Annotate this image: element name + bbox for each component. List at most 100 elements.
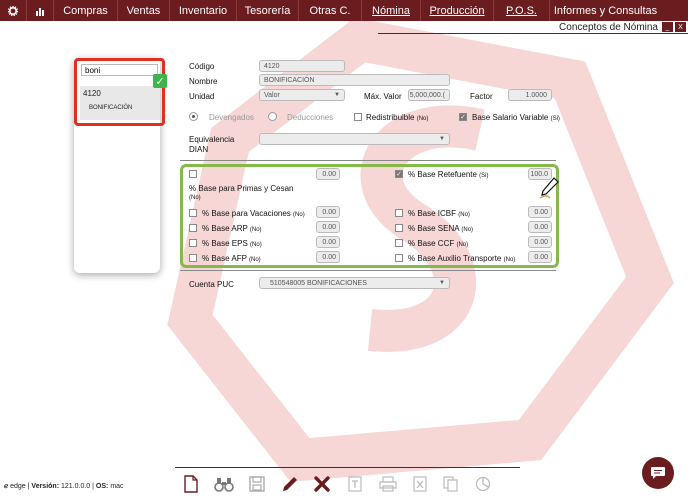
vacaciones-label: % Base para Vacaciones (No) [202,209,305,218]
window-header: Conceptos de Nómina _ X [378,21,688,34]
ccf-value[interactable]: 0.00 [528,236,552,248]
ccf-checkbox[interactable] [395,239,403,247]
pie-chart-icon [475,476,491,492]
text-button[interactable] [344,474,366,494]
sena-checkbox[interactable] [395,224,403,232]
afp-label: % Base AFP (No) [202,254,261,263]
eps-value[interactable]: 0.00 [316,236,340,248]
base-checkbox[interactable] [189,170,197,178]
cuenta-select[interactable]: 510548005 BONIFICACIONES ▼ [259,277,450,289]
nav-produccion[interactable]: Producción [421,0,494,21]
ccf-label: % Base CCF (No) [408,239,469,248]
icbf-checkbox[interactable] [395,209,403,217]
nav-pos[interactable]: P.O.S. [494,0,550,21]
factor-field[interactable]: 1.0000 [508,89,552,101]
redistribuible-label: Redistribuible (No) [366,113,429,122]
excel-button[interactable] [409,474,431,494]
nombre-label: Nombre [189,77,218,86]
version-label: Versión: [31,483,60,490]
redistribuible-checkbox[interactable] [354,113,362,121]
base-value[interactable]: 0.00 [316,168,340,180]
chart-button[interactable] [472,474,494,494]
chevron-down-icon: ▼ [334,92,340,98]
excel-icon [413,476,427,492]
print-button[interactable] [377,474,399,494]
top-nav: Compras Ventas Inventario Tesorería Otra… [0,0,688,21]
copy-icon [443,476,458,492]
arp-value[interactable]: 0.00 [316,221,340,233]
sena-value[interactable]: 0.00 [528,221,552,233]
printer-icon [379,476,397,492]
new-button[interactable] [180,474,202,494]
save-button[interactable] [246,474,268,494]
nav-compras[interactable]: Compras [54,0,118,21]
primas-label: % Base para Primas y Cesan [189,184,294,193]
search-input[interactable] [81,64,158,76]
dashboard-button[interactable] [27,0,54,21]
version-value: 121.0.0.0 [60,483,91,490]
arp-label: % Base ARP (No) [202,224,262,233]
divider [180,270,556,271]
salario-variable-label: Base Salario Variable (Si) [472,113,560,122]
auxilio-checkbox[interactable] [395,254,403,262]
gear-icon [8,5,18,16]
arp-checkbox[interactable] [189,224,197,232]
close-button[interactable]: X [675,22,686,32]
afp-value[interactable]: 0.00 [316,251,340,263]
chat-bubble-icon [651,467,665,479]
vacaciones-checkbox[interactable] [189,209,197,217]
maxvalor-label: Máx. Valor [364,92,402,101]
brand-name: edge [10,483,26,490]
salario-variable-checkbox[interactable]: ✓ [459,113,467,121]
chat-button[interactable] [642,457,674,489]
settings-button[interactable] [0,0,27,21]
nav-ventas[interactable]: Ventas [118,0,170,21]
devengados-radio[interactable] [189,112,198,121]
auxilio-value[interactable]: 0.00 [528,251,552,263]
os-value: mac [110,483,124,490]
sena-label: % Base SENA (No) [408,224,474,233]
search-highlight: 4120 BONIFICACIÓN [74,58,165,126]
unidad-label: Unidad [189,92,215,101]
list-item[interactable]: 4120 BONIFICACIÓN [80,86,160,120]
delete-button[interactable] [311,474,333,494]
minimize-button[interactable]: _ [662,22,673,32]
checkmark-icon: ✓ [153,74,167,88]
eps-checkbox[interactable] [189,239,197,247]
edit-button[interactable] [279,474,301,494]
afp-checkbox[interactable] [189,254,197,262]
edge-logo-icon: ℯ [4,483,9,490]
divider [180,160,556,161]
unidad-select[interactable]: Valor ▼ [259,89,345,101]
copy-button[interactable] [440,474,462,494]
nav-tesoreria[interactable]: Tesorería [237,0,299,21]
deducciones-radio[interactable] [268,112,277,121]
page-title: Conceptos de Nómina [559,21,658,33]
icbf-value[interactable]: 0.00 [528,206,552,218]
codigo-field[interactable]: 4120 [259,60,345,72]
nav-nomina[interactable]: Nómina [362,0,421,21]
delete-x-icon [314,476,330,492]
search-button[interactable] [213,474,235,494]
icbf-label: % Base ICBF (No) [408,209,470,218]
result-code: 4120 [83,89,101,98]
equivalencia-select[interactable]: ▼ [259,133,450,145]
codigo-label: Código [189,62,215,71]
equivalencia-label: Equivalencia [189,135,235,144]
nav-inventario[interactable]: Inventario [170,0,237,21]
os-label: OS: [95,483,109,490]
cuenta-value: 510548005 BONIFICACIONES [270,279,367,287]
eps-label: % Base EPS (No) [202,239,262,248]
maxvalor-field[interactable]: 5,000,000.( [408,89,450,101]
chevron-down-icon: ▼ [439,280,445,286]
vacaciones-value[interactable]: 0.00 [316,206,340,218]
version-footer: ℯ edge | Versión: 121.0.0.0 | OS: mac [4,483,124,490]
pencil-icon [283,477,297,491]
result-name: BONIFICACIÓN [89,105,133,111]
nav-informes[interactable]: Informes y Consultas [550,0,661,21]
new-document-icon [184,475,198,493]
retefuente-checkbox[interactable]: ✓ [395,170,403,178]
nombre-field[interactable]: BONIFICACIÓN [259,74,450,86]
deducciones-label: Deducciones [287,113,334,122]
nav-otras-c[interactable]: Otras C. [299,0,362,21]
